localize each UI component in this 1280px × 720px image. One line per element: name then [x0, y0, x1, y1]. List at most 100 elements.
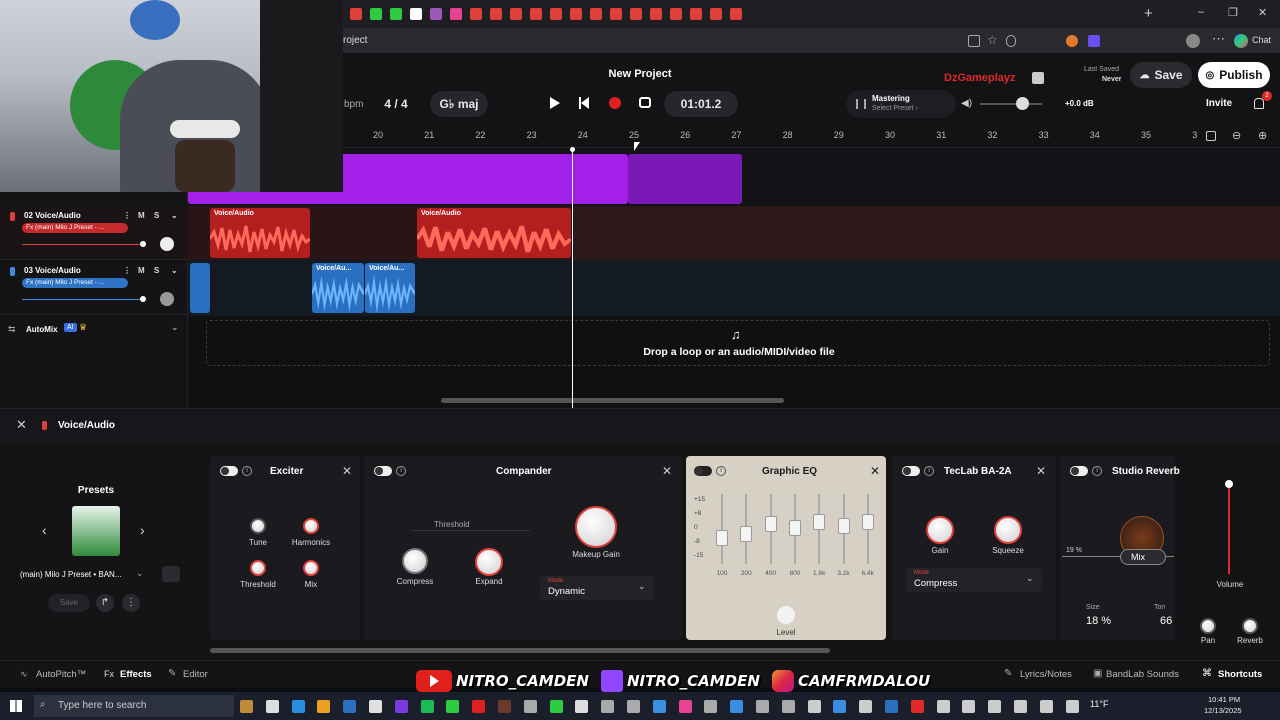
install-icon[interactable] — [968, 35, 980, 47]
chevron-down-icon[interactable]: ⌄ — [136, 568, 144, 579]
chevron-down-icon[interactable]: ⌄ — [171, 211, 178, 220]
track-volume-thumb[interactable] — [140, 296, 146, 302]
info-icon[interactable]: i — [716, 466, 726, 476]
taskbar-app-icon[interactable] — [446, 700, 460, 713]
chevron-down-icon[interactable]: ⌄ — [171, 266, 178, 275]
track-volume-slider[interactable] — [22, 244, 142, 245]
taskbar-search[interactable]: ⌕ Type here to search — [34, 695, 234, 717]
new-tab-button[interactable]: + — [1144, 5, 1153, 22]
lane-track-01[interactable] — [188, 148, 1280, 206]
publish-button[interactable]: ◎ Publish — [1198, 62, 1270, 88]
preset-name[interactable]: (main) Milo J Preset • BAN... — [20, 570, 122, 579]
eq-band-handle[interactable] — [740, 526, 753, 542]
taskbar-app-icon[interactable] — [1014, 700, 1027, 713]
taskbar-app-icon[interactable] — [627, 700, 640, 713]
editor-tab[interactable]: Editor — [183, 669, 208, 680]
lyrics-tab[interactable]: Lyrics/Notes — [1020, 669, 1072, 680]
windows-start-icon[interactable] — [10, 700, 22, 712]
eq-band-handle[interactable] — [764, 516, 777, 532]
reverb-toggle[interactable] — [1070, 466, 1088, 476]
browser-tab-icon[interactable] — [550, 8, 562, 20]
browser-tab-icon[interactable] — [590, 8, 602, 20]
info-icon[interactable]: i — [924, 466, 934, 476]
taskbar-app-icon[interactable] — [343, 700, 357, 713]
taskbar-app-icon[interactable] — [291, 700, 305, 713]
copilot-icon[interactable] — [1234, 34, 1248, 48]
taskbar-app-icon[interactable] — [730, 700, 744, 713]
snap-icon[interactable] — [1206, 131, 1216, 141]
bell-icon[interactable] — [1254, 98, 1264, 109]
more-options-icon[interactable]: ⋮ — [122, 594, 140, 612]
browser-tab-icon[interactable] — [350, 8, 362, 20]
taskbar-app-icon[interactable] — [885, 700, 898, 713]
taskbar-app-icon[interactable] — [704, 700, 718, 713]
loop-icon[interactable] — [639, 97, 651, 108]
taskbar-app-icon[interactable] — [1065, 700, 1079, 713]
close-icon[interactable]: ✕ — [870, 464, 880, 478]
taskbar-app-icon[interactable] — [523, 700, 537, 713]
browser-tab-icon[interactable] — [570, 8, 582, 20]
arrangement-lanes[interactable]: Voice/Audio Voice/Audio Voice/Au... Voic… — [188, 148, 1280, 408]
taskbar-app-icon[interactable] — [601, 700, 615, 713]
taskbar-app-icon[interactable] — [988, 700, 1002, 713]
weather-temp[interactable]: 11°F — [1090, 699, 1108, 709]
browser-tab-icon[interactable] — [390, 8, 402, 20]
automix-row[interactable]: ⇆ AutoMix AI ♛ ⌄ — [0, 316, 188, 344]
taskbar-app-icon[interactable] — [833, 700, 847, 713]
speaker-icon[interactable]: ◀) — [961, 98, 972, 109]
eq-band-handle[interactable] — [788, 520, 801, 536]
zoom-out-icon[interactable]: ⊖ — [1232, 129, 1241, 142]
user-name[interactable]: DzGameplayz — [944, 72, 1016, 84]
eq-toggle[interactable] — [694, 466, 712, 476]
taskbar-app-icon[interactable] — [240, 700, 253, 713]
close-panel-icon[interactable]: ✕ — [16, 417, 27, 433]
kebab-icon[interactable]: ⋮ — [123, 211, 131, 220]
size-value[interactable]: 18 % — [1086, 615, 1111, 627]
gain-knob[interactable] — [926, 516, 954, 544]
taskbar-app-icon[interactable] — [652, 700, 666, 713]
compress-knob[interactable] — [402, 548, 428, 574]
profile-avatar[interactable] — [1186, 34, 1200, 48]
eq-band-handle[interactable] — [837, 518, 850, 534]
browser-tab-icon[interactable] — [610, 8, 622, 20]
pan-knob[interactable] — [160, 292, 174, 306]
taskbar-app-icon[interactable] — [859, 700, 873, 713]
chat-button[interactable]: Chat — [1252, 35, 1271, 45]
clock-time[interactable]: 10:41 PM — [1208, 695, 1240, 704]
eq-band-handle[interactable] — [716, 530, 728, 546]
taskbar-app-icon[interactable] — [369, 700, 382, 713]
taskbar-app-icon[interactable] — [575, 700, 589, 713]
browser-tab-icon[interactable] — [710, 8, 722, 20]
browser-tab-icon[interactable] — [670, 8, 682, 20]
track-row[interactable]: 03 Voice/Audio ⋮ M S ⌄ Fx (main) Milo J … — [0, 261, 188, 315]
clock-date[interactable]: 12/13/2025 — [1204, 706, 1242, 715]
mastering-selector[interactable]: Mastering Select Preset › — [846, 90, 956, 118]
key-selector[interactable]: G♭ maj — [430, 91, 488, 117]
browser-tab-icon[interactable] — [410, 8, 422, 20]
info-icon[interactable]: i — [242, 466, 252, 476]
info-icon[interactable]: i — [396, 466, 406, 476]
taskbar-app-icon[interactable] — [1039, 700, 1053, 713]
teclab-mode-select[interactable]: Mode Compress ⌄ — [906, 568, 1042, 592]
prev-preset-icon[interactable]: ‹ — [42, 522, 47, 538]
compander-toggle[interactable] — [374, 466, 392, 476]
master-volume-slider[interactable] — [980, 103, 1042, 105]
timeline-ruler[interactable]: 20 21 22 23 24 25 26 27 28 29 30 31 32 33 34 35 3 ⊖ ⊕ — [188, 126, 1280, 148]
master-volume-thumb[interactable] — [1016, 97, 1029, 110]
tone-value[interactable]: 66 — [1160, 615, 1172, 627]
browser-tab-icon[interactable] — [430, 8, 442, 20]
browser-tab-icon[interactable] — [450, 8, 462, 20]
teclab-toggle[interactable] — [902, 466, 920, 476]
project-title[interactable]: New Project — [560, 68, 720, 80]
taskbar-app-icon[interactable] — [962, 700, 976, 713]
solo-button[interactable]: S — [154, 211, 159, 220]
save-button[interactable]: ☁ Save — [1130, 62, 1192, 88]
audio-clip[interactable]: Voice/Au... — [365, 263, 415, 313]
track-volume-slider[interactable] — [22, 299, 142, 300]
horizontal-scrollbar[interactable] — [441, 398, 784, 403]
record-icon[interactable] — [609, 97, 621, 109]
invite-button[interactable]: Invite — [1206, 98, 1232, 109]
level-knob[interactable] — [777, 606, 795, 624]
mute-button[interactable]: M — [138, 211, 145, 220]
browser-tab-icon[interactable] — [690, 8, 702, 20]
